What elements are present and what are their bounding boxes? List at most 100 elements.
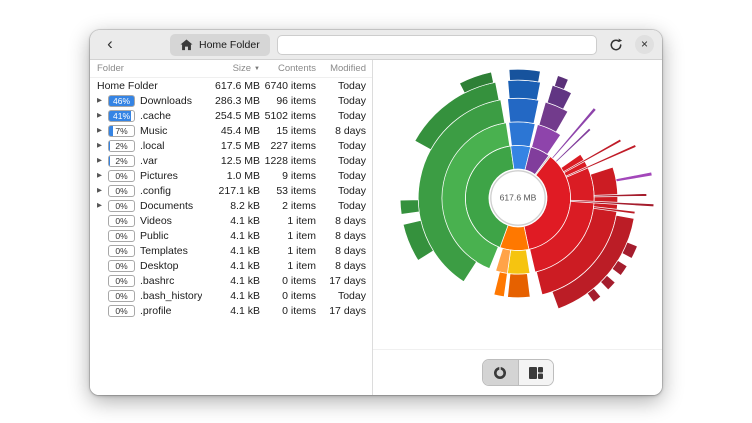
- folder-name: Music: [140, 125, 202, 137]
- size-cell: 12.5 MB: [202, 155, 260, 167]
- contents-cell: 1228 items: [260, 155, 316, 167]
- table-row[interactable]: 0%.bash_history4.1 kB0 itemsToday: [90, 288, 372, 303]
- expander-icon[interactable]: ▶: [97, 183, 108, 198]
- expander-icon[interactable]: ▶: [97, 108, 108, 123]
- table-row[interactable]: 0%.profile4.1 kB0 items17 days: [90, 303, 372, 318]
- contents-cell: 5102 items: [260, 110, 316, 122]
- contents-cell: 15 items: [260, 125, 316, 137]
- modified-cell: 17 days: [316, 305, 366, 317]
- modified-cell: Today: [316, 200, 366, 212]
- modified-cell: Today: [316, 95, 366, 107]
- folder-name: .var: [140, 155, 202, 167]
- folder-name: .config: [140, 185, 202, 197]
- contents-cell: 0 items: [260, 290, 316, 302]
- table-row[interactable]: ▶0%.config217.1 kB53 itemsToday: [90, 183, 372, 198]
- folder-name: Desktop: [140, 260, 202, 272]
- column-header-size-label: Size: [233, 63, 251, 74]
- ring-segment-local-l2[interactable]: [508, 121, 534, 146]
- chart-view-toolbar: [373, 349, 662, 395]
- modified-cell: Today: [316, 290, 366, 302]
- modified-cell: Today: [316, 155, 366, 167]
- size-cell: 286.3 MB: [202, 95, 260, 107]
- table-row[interactable]: ▶0% Documents8.2 kB2 itemsToday: [90, 198, 372, 213]
- column-header-size[interactable]: Size▼: [202, 63, 260, 74]
- table-row[interactable]: 0%Public4.1 kB1 item8 days: [90, 228, 372, 243]
- table-row[interactable]: ▶2%.local17.5 MB227 itemsToday: [90, 138, 372, 153]
- usage-percent-badge: 7%: [108, 125, 135, 137]
- table-row[interactable]: Home Folder617.6 MB6740 itemsToday: [90, 78, 372, 93]
- ring-segment-music-l3b[interactable]: [493, 271, 507, 296]
- contents-cell: 0 items: [260, 305, 316, 317]
- table-row[interactable]: ▶0%Pictures1.0 MB9 itemsToday: [90, 168, 372, 183]
- column-header-modified[interactable]: Modified: [316, 63, 366, 74]
- contents-cell: 0 items: [260, 275, 316, 287]
- home-folder-button[interactable]: Home Folder: [170, 34, 270, 56]
- rings-chart-button[interactable]: [483, 360, 518, 385]
- folder-name: Documents: [140, 200, 202, 212]
- table-row[interactable]: ▶41%.cache254.5 MB5102 itemsToday: [90, 108, 372, 123]
- column-header-folder[interactable]: Folder: [97, 63, 202, 74]
- ring-segment-downloads-l4b[interactable]: [400, 199, 419, 214]
- table-row[interactable]: ▶2% .var12.5 MB1228 itemsToday: [90, 153, 372, 168]
- expander-icon[interactable]: ▶: [97, 93, 108, 108]
- table-row[interactable]: 0%.bashrc4.1 kB0 items17 days: [90, 273, 372, 288]
- size-cell: 4.1 kB: [202, 305, 260, 317]
- contents-cell: 1 item: [260, 215, 316, 227]
- contents-cell: 1 item: [260, 260, 316, 272]
- expander-icon[interactable]: ▶: [97, 138, 108, 153]
- expander-icon[interactable]: ▶: [97, 123, 108, 138]
- folder-name: .cache: [140, 110, 202, 122]
- ring-segment-music-l3a[interactable]: [507, 273, 530, 297]
- table-row[interactable]: ▶46%Downloads286.3 MB96 itemsToday: [90, 93, 372, 108]
- folder-name: .bash_history: [140, 290, 202, 302]
- path-entry[interactable]: [277, 35, 597, 55]
- usage-percent-badge: 0%: [108, 230, 135, 242]
- main-content: Folder Size▼ Contents Modified Home Fold…: [90, 60, 662, 395]
- contents-cell: 1 item: [260, 245, 316, 257]
- size-cell: 254.5 MB: [202, 110, 260, 122]
- contents-cell: 1 item: [260, 230, 316, 242]
- rings-chart-pane: 617.6 MB: [372, 60, 662, 395]
- close-icon: ×: [641, 38, 648, 50]
- modified-cell: Today: [316, 140, 366, 152]
- size-cell: 8.2 kB: [202, 200, 260, 212]
- expander-icon[interactable]: ▶: [97, 168, 108, 183]
- back-button[interactable]: ‹: [98, 33, 122, 57]
- contents-cell: 9 items: [260, 170, 316, 182]
- size-cell: 4.1 kB: [202, 215, 260, 227]
- usage-percent-badge: 0%: [108, 260, 135, 272]
- chart-view-button-group: [482, 359, 554, 386]
- refresh-button[interactable]: [604, 33, 628, 57]
- usage-percent-badge: 0%: [108, 245, 135, 257]
- usage-percent-badge: 0%: [108, 215, 135, 227]
- table-row[interactable]: 0%Videos4.1 kB1 item8 days: [90, 213, 372, 228]
- contents-cell: 6740 items: [260, 80, 316, 92]
- disk-usage-analyzer-window: ‹ Home Folder × Folder: [90, 30, 662, 395]
- usage-percent-badge: 0%: [108, 290, 135, 302]
- close-button[interactable]: ×: [635, 35, 654, 54]
- contents-cell: 2 items: [260, 200, 316, 212]
- usage-percent-badge: 0%: [108, 200, 135, 212]
- table-row[interactable]: 0%Desktop4.1 kB1 item8 days: [90, 258, 372, 273]
- headerbar: ‹ Home Folder ×: [90, 30, 662, 60]
- expander-icon[interactable]: ▶: [97, 198, 108, 213]
- folder-table-body: Home Folder617.6 MB6740 itemsToday▶46%Do…: [90, 78, 372, 395]
- contents-cell: 227 items: [260, 140, 316, 152]
- usage-percent-badge: 2%: [108, 155, 135, 167]
- size-cell: 4.1 kB: [202, 260, 260, 272]
- ring-segment-local-l4[interactable]: [507, 80, 540, 100]
- modified-cell: 8 days: [316, 125, 366, 137]
- ring-segment-music-l2-yellow[interactable]: [507, 249, 529, 273]
- expander-icon[interactable]: ▶: [97, 153, 108, 168]
- modified-cell: Today: [316, 170, 366, 182]
- usage-percent-badge: 46%: [108, 95, 135, 107]
- usage-percent-badge: 0%: [108, 185, 135, 197]
- treemap-chart-button[interactable]: [518, 360, 553, 385]
- ring-segment-local-l3[interactable]: [507, 98, 538, 123]
- ring-segment-local-l5[interactable]: [509, 69, 540, 82]
- folder-name: Templates: [140, 245, 202, 257]
- table-row[interactable]: ▶7%Music45.4 MB15 items8 days: [90, 123, 372, 138]
- usage-percent-badge: 0%: [108, 305, 135, 317]
- column-header-contents[interactable]: Contents: [260, 63, 316, 74]
- table-row[interactable]: 0%Templates4.1 kB1 item8 days: [90, 243, 372, 258]
